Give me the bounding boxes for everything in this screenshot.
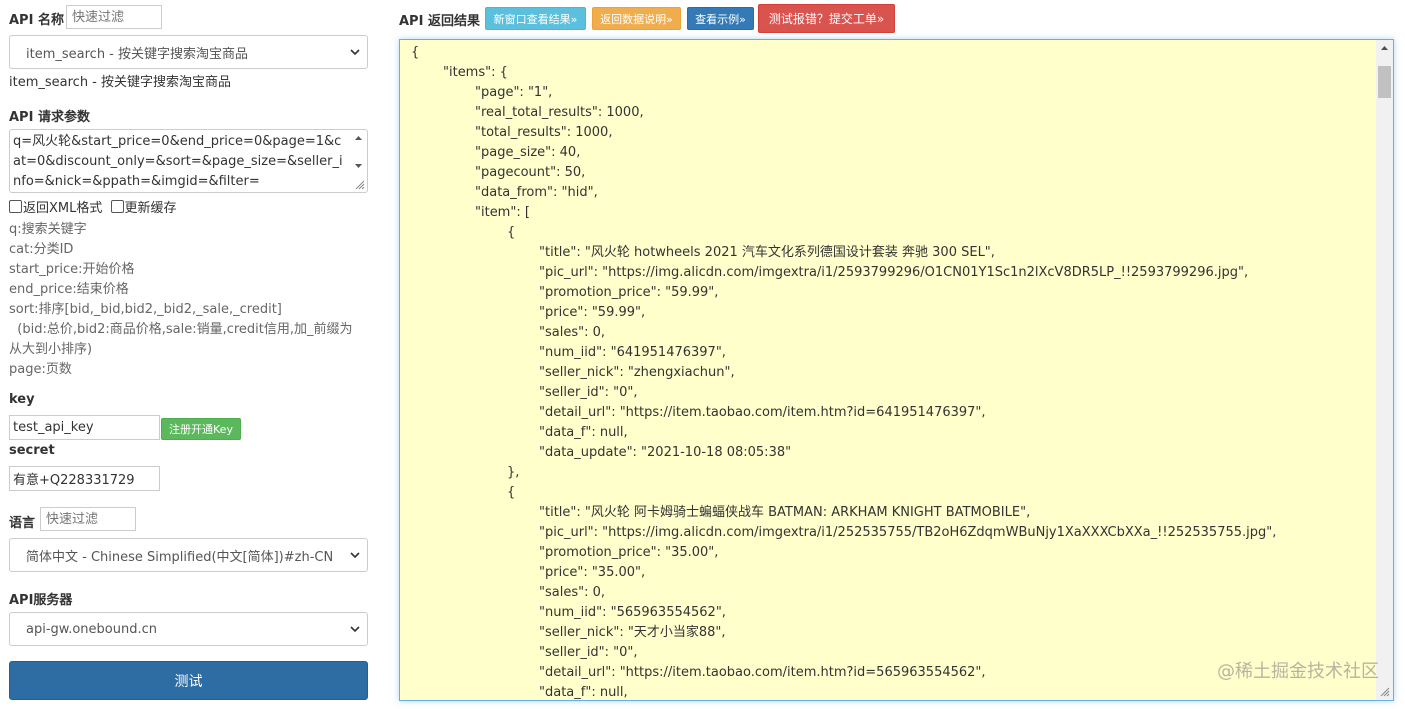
- hint-line: page:页数: [9, 362, 72, 377]
- test-button[interactable]: 测试: [9, 661, 368, 700]
- cache-checkbox[interactable]: [110, 200, 124, 213]
- scrollbar-thumb[interactable]: [1378, 66, 1391, 98]
- resize-grip-icon[interactable]: [1378, 685, 1390, 697]
- api-name-filter-input[interactable]: [66, 5, 162, 29]
- lang-filter-input[interactable]: [40, 507, 136, 531]
- hint-line: sort:排序[bid,_bid,bid2,_bid2,_sale,_credi…: [9, 302, 282, 317]
- json-line: "sales": 0,: [539, 325, 605, 340]
- server-select[interactable]: api-gw.onebound.cn: [9, 612, 368, 646]
- json-line: "data_update": "2021-10-18 08:05:38": [539, 445, 792, 460]
- open-new-window-button[interactable]: 新窗口查看结果»: [485, 7, 586, 30]
- json-line: "total_results": 1000,: [475, 125, 613, 140]
- hint-line: end_price:结束价格: [9, 282, 129, 297]
- param-hints: q:搜索关键字 cat:分类ID start_price:开始价格 end_pr…: [9, 220, 353, 380]
- json-line: {: [411, 45, 420, 60]
- api-select-value: item_search - 按关键字搜索淘宝商品: [26, 46, 249, 62]
- hint-line: cat:分类ID: [9, 242, 74, 257]
- json-line: "price": "35.00",: [539, 565, 646, 580]
- secret-input-value: 有意+Q228331729: [13, 473, 135, 488]
- register-key-button[interactable]: 注册开通Key: [161, 418, 241, 440]
- hint-line: 从大到小排序): [9, 342, 93, 357]
- lang-select[interactable]: 简体中文 - Chinese Simplified(中文[简体])#zh-CN: [9, 538, 368, 572]
- json-text: { "items": { "page": "1", "real_total_resul…: [400, 40, 1393, 700]
- chevron-down-icon: [350, 552, 360, 559]
- json-line: "num_iid": "565963554562",: [539, 605, 726, 620]
- key-label: key: [9, 392, 35, 407]
- json-line: "num_iid": "641951476397",: [539, 345, 726, 360]
- json-line: "seller_id": "0",: [539, 385, 638, 400]
- xml-checkbox[interactable]: [9, 200, 22, 213]
- json-line: "data_f": null,: [539, 685, 628, 700]
- json-line: "title": "风火轮 hotwheels 2021 汽车文化系列德国设计套…: [539, 245, 995, 260]
- hint-line: start_price:开始价格: [9, 262, 135, 277]
- cache-checkbox-label: 更新缓存: [124, 201, 177, 216]
- data-description-button[interactable]: 返回数据说明»: [592, 7, 681, 30]
- scroll-down-icon[interactable]: [353, 160, 364, 171]
- secret-input[interactable]: 有意+Q228331729: [9, 466, 160, 491]
- json-line: "detail_url": "https://item.taobao.com/i…: [539, 405, 986, 420]
- scrollbar[interactable]: [1376, 40, 1393, 700]
- json-line: "data_f": null,: [539, 425, 628, 440]
- params-textarea[interactable]: q=风火轮&start_price=0&end_price=0&page=1&c…: [9, 129, 368, 193]
- key-input[interactable]: test_api_key: [9, 415, 160, 440]
- json-line: "real_total_results": 1000,: [475, 105, 644, 120]
- json-line: },: [507, 465, 520, 480]
- server-select-value: api-gw.onebound.cn: [26, 621, 157, 637]
- api-select-caption: item_search - 按关键字搜索淘宝商品: [9, 75, 232, 90]
- secret-label: secret: [9, 443, 55, 458]
- server-label: API服务器: [9, 593, 73, 608]
- result-label: API 返回结果: [399, 14, 480, 29]
- json-line: {: [507, 225, 516, 240]
- xml-checkbox-label: 返回XML格式: [23, 201, 103, 216]
- json-line: "sales": 0,: [539, 585, 605, 600]
- lang-select-value: 简体中文 - Chinese Simplified(中文[简体])#zh-CN: [26, 549, 334, 565]
- scroll-up-icon[interactable]: [353, 133, 364, 144]
- key-input-value: test_api_key: [13, 420, 94, 435]
- watermark: @稀土掘金技术社区: [1217, 661, 1379, 682]
- json-line: "pic_url": "https://img.alicdn.com/imgex…: [539, 525, 1277, 540]
- scroll-up-icon[interactable]: [1379, 43, 1390, 54]
- resize-grip-icon[interactable]: [353, 178, 365, 190]
- params-label: API 请求参数: [9, 110, 90, 125]
- json-line: "item": [: [475, 205, 530, 220]
- submit-ticket-button[interactable]: 测试报错？提交工单»: [758, 4, 895, 33]
- json-line: "promotion_price": "35.00",: [539, 545, 719, 560]
- view-example-button[interactable]: 查看示例»: [687, 7, 754, 30]
- json-line: "data_from": "hid",: [475, 185, 598, 200]
- hint-line: q:搜索关键字: [9, 222, 87, 237]
- hint-line: (bid:总价,bid2:商品价格,sale:销量,credit信用,加_前缀为: [9, 322, 353, 337]
- api-name-label: API 名称: [9, 13, 64, 28]
- chevron-down-icon: [350, 626, 360, 633]
- json-line: "promotion_price": "59.99",: [539, 285, 719, 300]
- chevron-down-icon: [350, 49, 360, 56]
- json-line: "seller_nick": "zhengxiachun",: [539, 365, 735, 380]
- json-line: "page": "1",: [475, 85, 553, 100]
- json-line: "pic_url": "https://img.alicdn.com/imgex…: [539, 265, 1249, 280]
- json-line: "page_size": 40,: [475, 145, 581, 160]
- json-line: "price": "59.99",: [539, 305, 646, 320]
- json-line: "items": {: [443, 65, 508, 80]
- lang-label: 语言: [9, 516, 36, 531]
- checkbox-row: 返回XML格式 更新缓存: [9, 197, 177, 216]
- json-line: {: [507, 485, 516, 500]
- api-select[interactable]: item_search - 按关键字搜索淘宝商品: [9, 35, 368, 69]
- params-text: q=风火轮&start_price=0&end_price=0&page=1&c…: [13, 134, 343, 189]
- json-line: "title": "风火轮 阿卡姆骑士蝙蝠侠战车 BATMAN: ARKHAM …: [539, 505, 1031, 520]
- json-line: "pagecount": 50,: [475, 165, 586, 180]
- json-line: "seller_nick": "天才小当家88",: [539, 625, 726, 640]
- json-result-area[interactable]: { "items": { "page": "1", "real_total_resul…: [399, 39, 1394, 701]
